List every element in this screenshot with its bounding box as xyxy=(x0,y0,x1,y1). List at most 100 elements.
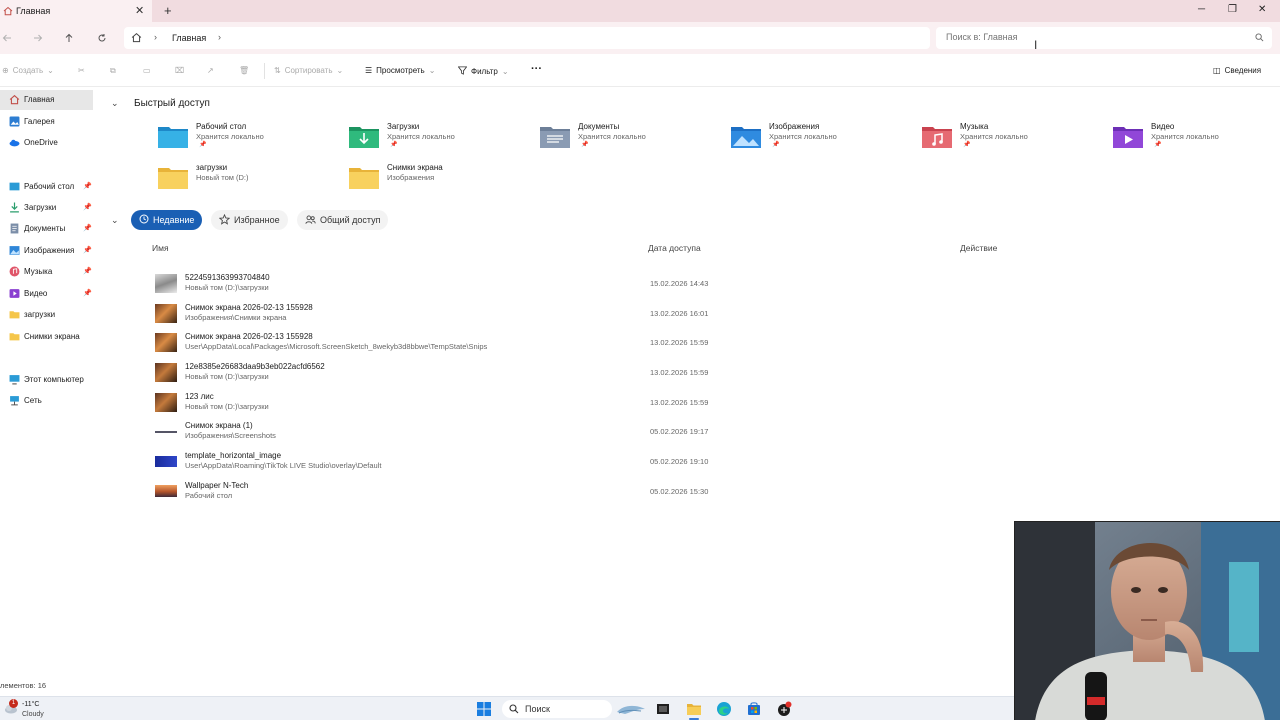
taskbar-search[interactable]: Поиск xyxy=(502,700,612,718)
chevron-down-icon: ⌄ xyxy=(428,66,436,75)
tab-shared[interactable]: Общий доступ xyxy=(297,210,389,230)
view-button[interactable]: ☰ Просмотреть ⌄ xyxy=(365,66,435,75)
sidebar-item-label: Загрузки xyxy=(24,203,57,212)
delete-icon[interactable]: 🗑 xyxy=(239,66,249,75)
home-icon[interactable] xyxy=(131,32,142,45)
collapse-quick-access-icon[interactable]: ⌄ xyxy=(111,98,119,109)
file-name: template_horizontal_image xyxy=(185,451,282,460)
sidebar-item-label: Видео xyxy=(24,289,48,298)
table-row[interactable]: Wallpaper N-Tech Рабочий стол 05.02.2026… xyxy=(150,477,1010,506)
desktop-folder-icon xyxy=(158,124,188,150)
file-thumbnail xyxy=(155,393,177,412)
sidebar-item-onedrive[interactable]: OneDrive xyxy=(0,133,93,153)
table-row[interactable]: template_horizontal_image User\AppData\R… xyxy=(150,447,1010,476)
pin-icon[interactable]: 📌 xyxy=(83,267,92,275)
address-bar: › Главная › xyxy=(0,22,1280,54)
close-window-button[interactable]: ✕ xyxy=(1258,4,1266,15)
network-icon xyxy=(9,395,20,406)
maximize-button[interactable]: ❐ xyxy=(1228,4,1237,15)
refresh-icon[interactable] xyxy=(95,31,109,45)
tab-home[interactable]: Главная ✕ xyxy=(0,0,152,22)
game-app-icon[interactable] xyxy=(776,701,792,717)
file-date: 13.02.2026 15:59 xyxy=(650,338,709,347)
file-name: Wallpaper N-Tech xyxy=(185,481,249,490)
desktop-icon xyxy=(9,181,20,192)
sidebar-item-network[interactable]: Сеть xyxy=(0,391,93,411)
tab-favorites[interactable]: Избранное xyxy=(211,210,288,230)
quick-access-desktop[interactable]: Рабочий стол Хранится локально 📌 xyxy=(158,122,338,156)
yellow-folder-icon xyxy=(349,165,379,191)
quick-access-pictures[interactable]: Изображения Хранится локально 📌 xyxy=(731,122,911,156)
edge-browser-icon[interactable] xyxy=(716,701,732,717)
table-row[interactable]: 123 лис Новый том (D:)\загрузки 13.02.20… xyxy=(150,388,1010,417)
copy-icon[interactable]: ⧉ xyxy=(110,66,116,76)
more-options-button[interactable]: ··· xyxy=(531,63,542,75)
quick-access-video[interactable]: Видео Хранится локально 📌 xyxy=(1113,122,1280,156)
rename-icon[interactable]: ⌧ xyxy=(175,66,184,75)
sidebar-item-downloads[interactable]: Загрузки 📌 xyxy=(0,198,93,218)
search-box[interactable] xyxy=(936,27,1272,49)
forward-icon[interactable] xyxy=(31,31,45,45)
collapse-recent-icon[interactable]: ⌄ xyxy=(111,215,119,226)
sidebar-item-pictures[interactable]: Изображения 📌 xyxy=(0,241,93,261)
share-icon[interactable]: ↗ xyxy=(207,66,214,75)
download-icon xyxy=(9,202,20,213)
pin-icon[interactable]: 📌 xyxy=(83,246,92,254)
chevron-right-icon[interactable]: › xyxy=(218,32,221,42)
new-tab-button[interactable]: + xyxy=(164,3,172,18)
tile-location: Хранится локально xyxy=(960,132,1028,141)
start-icon[interactable] xyxy=(476,701,492,717)
details-button[interactable]: ◫ Сведения xyxy=(1213,66,1261,75)
table-row[interactable]: 12e8385e26683daa9b3eb022acfd6562 Новый т… xyxy=(150,358,1010,387)
column-header-date[interactable]: Дата доступа xyxy=(648,243,701,253)
pin-icon: 📌 xyxy=(963,142,971,148)
sidebar-item-documents[interactable]: Документы 📌 xyxy=(0,219,93,239)
video-folder-icon xyxy=(1113,124,1143,150)
table-row[interactable]: 5224591363993704840 Новый том (D:)\загру… xyxy=(150,269,1010,298)
pin-icon[interactable]: 📌 xyxy=(83,224,92,232)
column-header-name[interactable]: Имя xyxy=(152,243,169,253)
column-header-action[interactable]: Действие xyxy=(960,243,997,253)
sidebar-item-label: Музыка xyxy=(24,267,53,276)
file-path: Изображения\Screenshots xyxy=(185,431,276,440)
table-row[interactable]: Снимок экрана 2026-02-13 155928 User\App… xyxy=(150,328,1010,357)
task-view-icon[interactable] xyxy=(655,701,671,717)
search-input[interactable] xyxy=(946,32,1246,42)
table-row[interactable]: Снимок экрана 2026-02-13 155928 Изображе… xyxy=(150,299,1010,328)
tab-recent[interactable]: Недавние xyxy=(131,210,203,230)
sidebar-item-this-pc[interactable]: Этот компьютер xyxy=(0,370,93,390)
sidebar-item-music[interactable]: Музыка 📌 xyxy=(0,262,93,282)
minimize-button[interactable]: ─ xyxy=(1198,4,1205,15)
cut-icon[interactable]: ✂ xyxy=(78,66,85,75)
breadcrumb[interactable]: › Главная › xyxy=(124,27,930,49)
sidebar-item-desktop[interactable]: Рабочий стол 📌 xyxy=(0,177,93,197)
sidebar-item-video[interactable]: Видео 📌 xyxy=(0,284,93,304)
sidebar-item-home[interactable]: Главная xyxy=(0,90,93,110)
create-button[interactable]: ⊕ Создать ⌄ xyxy=(2,66,54,75)
filter-button[interactable]: Фильтр ⌄ xyxy=(457,66,509,77)
breadcrumb-item[interactable]: Главная xyxy=(172,33,206,43)
pin-icon[interactable]: 📌 xyxy=(83,289,92,297)
quick-access-downloads[interactable]: Загрузки Хранится локально 📌 xyxy=(349,122,529,156)
quick-access-documents[interactable]: Документы Хранится локально 📌 xyxy=(540,122,720,156)
pin-icon[interactable]: 📌 xyxy=(83,203,92,211)
sort-button[interactable]: ⇅ Сортировать ⌄ xyxy=(274,66,343,75)
notification-badge: 1 xyxy=(9,699,18,708)
up-icon[interactable] xyxy=(62,31,76,45)
dolphin-widget-icon[interactable] xyxy=(615,701,647,717)
file-name: 123 лис xyxy=(185,392,214,401)
paste-icon[interactable]: ▭ xyxy=(143,66,151,75)
sidebar-item-gallery[interactable]: Галерея xyxy=(0,112,93,132)
store-icon[interactable] xyxy=(746,701,762,717)
quick-access-zagruzki[interactable]: загрузки Новый том (D:) xyxy=(158,163,338,197)
quick-access-music[interactable]: Музыка Хранится локально 📌 xyxy=(922,122,1102,156)
tab-close-button[interactable]: ✕ xyxy=(135,4,144,17)
pin-icon[interactable]: 📌 xyxy=(83,182,92,190)
table-row[interactable]: Снимок экрана (1) Изображения\Screenshot… xyxy=(150,417,1010,446)
sidebar-item-zagruzki[interactable]: загрузки xyxy=(0,305,93,325)
search-icon[interactable] xyxy=(1255,33,1264,44)
file-explorer-icon[interactable] xyxy=(686,701,702,717)
quick-access-screenshots[interactable]: Снимки экрана Изображения xyxy=(349,163,529,197)
back-icon[interactable] xyxy=(0,31,14,45)
sidebar-item-screenshots[interactable]: Снимки экрана xyxy=(0,327,93,347)
